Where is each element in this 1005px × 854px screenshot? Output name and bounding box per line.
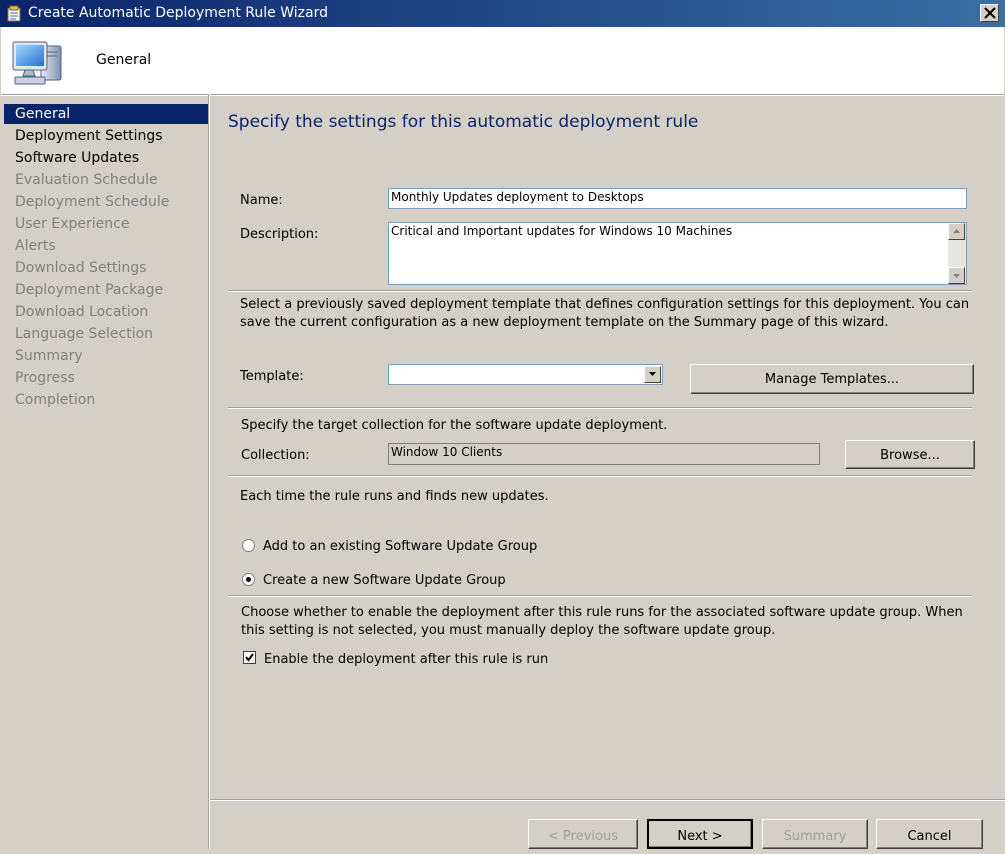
- nav-item-software-updates[interactable]: Software Updates: [4, 148, 209, 168]
- nav-item-general[interactable]: General: [4, 104, 209, 124]
- summary-button[interactable]: Summary: [762, 819, 868, 849]
- close-button[interactable]: [980, 4, 999, 22]
- browse-button[interactable]: Browse...: [845, 440, 975, 469]
- nav-item-completion[interactable]: Completion: [4, 390, 209, 410]
- section-divider-highlight: [228, 596, 972, 597]
- template-label: Template:: [240, 369, 304, 384]
- rule-runs-info-text: Each time the rule runs and finds new up…: [240, 489, 549, 504]
- radio-existing-group-label[interactable]: Add to an existing Software Update Group: [263, 539, 537, 554]
- template-dropdown[interactable]: [388, 364, 663, 385]
- enable-info-text: Choose whether to enable the deployment …: [241, 605, 963, 638]
- section-divider-highlight: [228, 408, 972, 409]
- nav-divider-highlight: [209, 94, 210, 849]
- description-scrollbar[interactable]: [948, 223, 966, 284]
- template-info-text: Select a previously saved deployment tem…: [240, 297, 970, 330]
- wizard-header: General: [1, 27, 1004, 94]
- nav-item-user-experience[interactable]: User Experience: [4, 214, 209, 234]
- enable-deployment-label[interactable]: Enable the deployment after this rule is…: [264, 652, 548, 667]
- computer-icon: [11, 38, 65, 88]
- nav-item-deployment-settings[interactable]: Deployment Settings: [4, 126, 209, 146]
- header-divider-highlight: [1, 95, 1004, 96]
- name-label: Name:: [240, 193, 283, 208]
- radio-new-group[interactable]: [242, 573, 255, 586]
- chevron-down-icon: [649, 372, 656, 376]
- arrow-down-icon: [953, 274, 960, 278]
- nav-item-language-selection[interactable]: Language Selection: [4, 324, 209, 344]
- name-input[interactable]: Monthly Updates deployment to Desktops: [388, 188, 967, 209]
- nav-item-download-settings[interactable]: Download Settings: [4, 258, 209, 278]
- collection-info-text: Specify the target collection for the so…: [241, 418, 668, 433]
- description-text: Critical and Important updates for Windo…: [391, 224, 733, 238]
- section-divider-highlight: [228, 291, 972, 292]
- close-icon: [984, 7, 996, 19]
- scroll-down-button[interactable]: [948, 267, 965, 284]
- previous-button[interactable]: < Previous: [528, 819, 638, 849]
- collection-field: Window 10 Clients: [388, 443, 820, 465]
- radio-existing-group[interactable]: [242, 539, 255, 552]
- enable-deployment-checkbox[interactable]: [243, 651, 256, 664]
- section-divider-highlight: [228, 476, 972, 477]
- nav-item-download-location[interactable]: Download Location: [4, 302, 209, 322]
- content-title: Specify the settings for this automatic …: [228, 112, 699, 132]
- footer-divider-highlight: [210, 800, 1005, 801]
- nav-item-deployment-schedule[interactable]: Deployment Schedule: [4, 192, 209, 212]
- nav-item-summary[interactable]: Summary: [4, 346, 209, 366]
- window-title: Create Automatic Deployment Rule Wizard: [28, 5, 328, 21]
- wizard-app-icon: [6, 5, 23, 22]
- checkmark-icon: [245, 653, 254, 662]
- collection-label: Collection:: [241, 448, 310, 463]
- wizard-step-list: General Deployment Settings Software Updat…: [1, 104, 209, 849]
- template-dropdown-button[interactable]: [644, 366, 661, 383]
- description-label: Description:: [240, 227, 319, 242]
- arrow-up-icon: [953, 229, 960, 233]
- manage-templates-button[interactable]: Manage Templates...: [690, 364, 974, 394]
- radio-new-group-label[interactable]: Create a new Software Update Group: [263, 573, 506, 588]
- scroll-up-button[interactable]: [948, 223, 965, 240]
- nav-item-evaluation-schedule[interactable]: Evaluation Schedule: [4, 170, 209, 190]
- nav-item-alerts[interactable]: Alerts: [4, 236, 209, 256]
- description-input[interactable]: Critical and Important updates for Windo…: [388, 222, 967, 285]
- nav-item-progress[interactable]: Progress: [4, 368, 209, 388]
- nav-item-deployment-package[interactable]: Deployment Package: [4, 280, 209, 300]
- title-bar[interactable]: Create Automatic Deployment Rule Wizard: [0, 0, 1005, 27]
- page-title: General: [96, 52, 152, 68]
- next-button[interactable]: Next >: [647, 819, 753, 849]
- cancel-button[interactable]: Cancel: [876, 819, 983, 849]
